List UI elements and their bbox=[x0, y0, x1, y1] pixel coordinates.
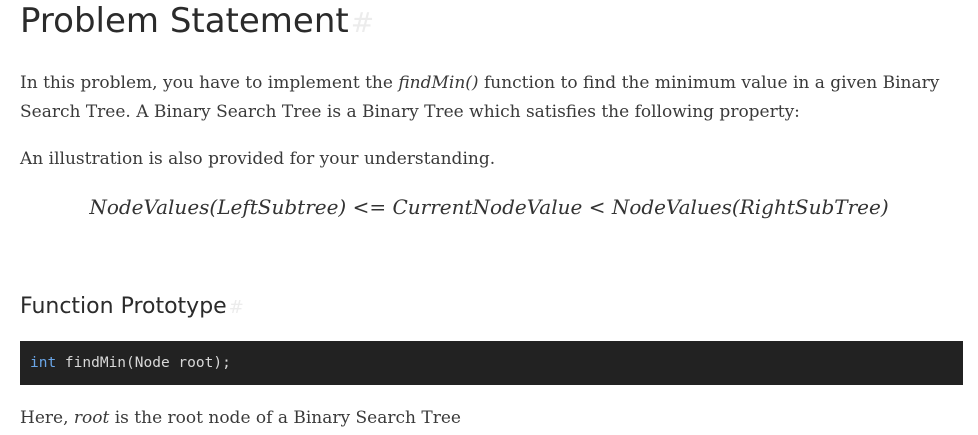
intro-paragraph: In this problem, you have to implement t… bbox=[20, 69, 955, 127]
section-heading-text: Function Prototype bbox=[20, 294, 227, 319]
bst-property-formula: NodeValues(LeftSubtree) <= CurrentNodeVa… bbox=[89, 195, 889, 219]
page-title-text: Problem Statement bbox=[20, 1, 349, 41]
section-heading-function-prototype: Function Prototype # bbox=[20, 292, 244, 323]
param-name: root bbox=[73, 408, 110, 428]
code-keyword: int bbox=[30, 355, 57, 371]
code-block: int findMin(Node root); bbox=[20, 341, 963, 385]
note-text-before: Here, bbox=[20, 408, 74, 428]
note-text-after: is the root node of a Binary Search Tree bbox=[109, 408, 461, 428]
code-signature: findMin(Node root); bbox=[56, 355, 231, 371]
function-name: findMin() bbox=[398, 73, 479, 93]
section-anchor-link[interactable]: # bbox=[229, 297, 244, 318]
heading-anchor-link[interactable]: # bbox=[351, 6, 374, 39]
illustration-paragraph: An illustration is also provided for you… bbox=[20, 149, 496, 169]
document-page: Problem Statement# In this problem, you … bbox=[0, 0, 978, 435]
intro-text-before: In this problem, you have to implement t… bbox=[20, 73, 399, 93]
page-title: Problem Statement# bbox=[20, 0, 374, 44]
root-note-paragraph: Here, root is the root node of a Binary … bbox=[20, 404, 955, 432]
